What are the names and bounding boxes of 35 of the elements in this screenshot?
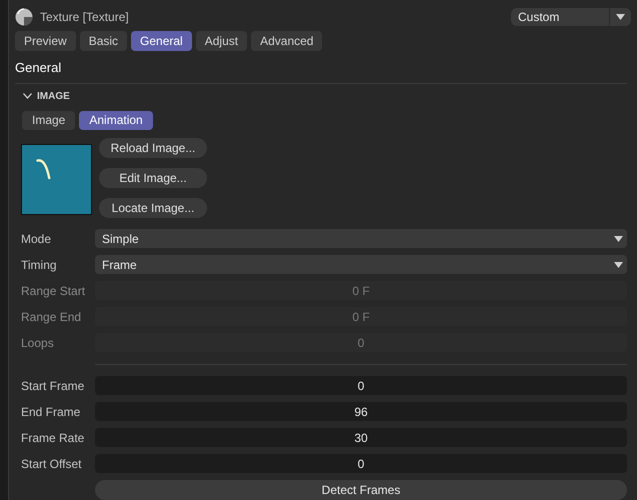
caret-icon (614, 236, 623, 242)
field-label: Frame Rate (21, 430, 86, 447)
field-label: Mode (21, 230, 52, 248)
field-label: Range Start (21, 282, 86, 300)
image-button[interactable]: Reload Image... (99, 138, 207, 158)
chevron-icon[interactable] (23, 93, 32, 100)
field-label: Timing (21, 256, 58, 274)
select-field[interactable]: Frame (95, 255, 627, 274)
tab[interactable]: Preview (15, 31, 76, 52)
caret-icon (616, 14, 625, 20)
section-title: General (15, 59, 62, 78)
tab[interactable]: General (131, 31, 192, 52)
image-button[interactable]: Edit Image... (99, 168, 207, 188)
field-label: Loops (21, 334, 55, 352)
field-label: End Frame (21, 404, 82, 421)
tab[interactable]: Animation (79, 110, 153, 130)
field-label: Start Offset (21, 456, 82, 473)
number-field[interactable]: 0 (95, 454, 627, 474)
tab[interactable]: Adjust (196, 31, 248, 52)
tab[interactable]: Advanced (251, 31, 322, 52)
number-field[interactable]: 30 (95, 428, 627, 448)
field-label: Range End (21, 308, 82, 326)
window-title: Texture [Texture] (40, 8, 129, 26)
sphere-icon (15, 8, 33, 26)
detect-frames-button[interactable]: Detect Frames (95, 480, 627, 500)
field-label: Start Frame (21, 378, 86, 395)
select-field[interactable]: Simple (95, 229, 627, 248)
number-field[interactable]: 0 (95, 376, 627, 396)
caret-icon (614, 262, 623, 268)
image-button[interactable]: Locate Image... (99, 198, 207, 218)
group-title: IMAGE (37, 90, 70, 104)
tab[interactable]: Image (22, 110, 76, 130)
number-field[interactable]: 96 (95, 402, 627, 422)
preset-dropdown[interactable]: Custom (511, 8, 631, 26)
tab[interactable]: Basic (80, 31, 128, 52)
